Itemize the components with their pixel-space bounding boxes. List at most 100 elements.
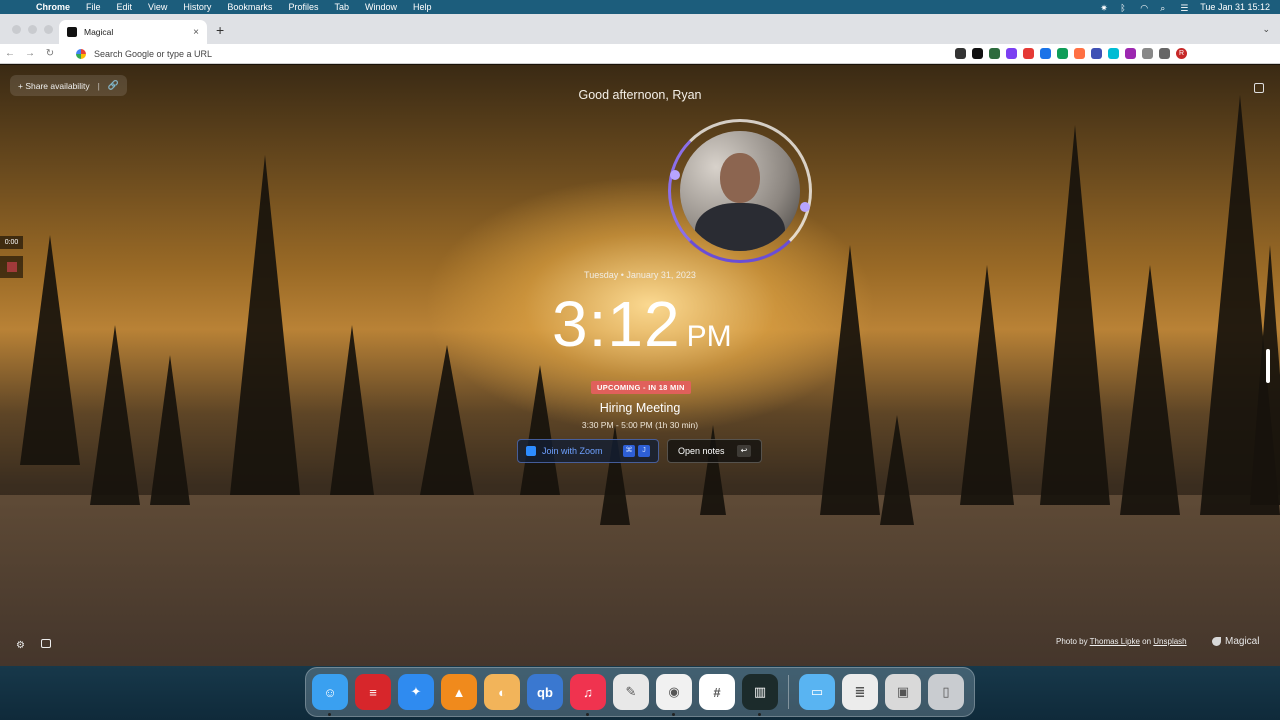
expressvpn-glyph: ≡ bbox=[369, 684, 377, 700]
menu-view[interactable]: View bbox=[140, 2, 175, 12]
tab-magical[interactable]: Magical × bbox=[59, 20, 207, 44]
screenshot-glyph: ▣ bbox=[896, 684, 910, 699]
upcoming-badge: UPCOMING - IN 18 MIN bbox=[591, 381, 691, 394]
wifi-icon[interactable]: ◠ bbox=[1140, 3, 1151, 13]
menu-app-name[interactable]: Chrome bbox=[28, 2, 78, 12]
expressvpn-dock-icon[interactable]: ≡ bbox=[355, 674, 391, 710]
screenshot-dock-icon[interactable]: ▣ bbox=[885, 674, 921, 710]
minimize-window-button[interactable] bbox=[28, 25, 37, 34]
extension-icon[interactable] bbox=[1108, 48, 1119, 59]
menu-bar: Chrome File Edit View History Bookmarks … bbox=[0, 0, 1280, 14]
join-zoom-button[interactable]: Join with Zoom ⌘ J bbox=[517, 439, 659, 463]
finder-glyph: ☺ bbox=[323, 684, 337, 700]
meeting-time: 3:30 PM - 5:00 PM (1h 30 min) bbox=[581, 420, 699, 430]
menu-tab[interactable]: Tab bbox=[326, 2, 357, 12]
scrollbar-thumb[interactable] bbox=[1266, 349, 1270, 383]
profile-avatar-icon[interactable]: R bbox=[1176, 48, 1187, 59]
omnibox-placeholder: Search Google or type a URL bbox=[94, 49, 213, 59]
slack-glyph: # bbox=[713, 684, 721, 700]
bluetooth-icon[interactable]: ᛒ bbox=[1120, 3, 1131, 13]
extension-icon[interactable] bbox=[1142, 48, 1153, 59]
zoom-icon bbox=[526, 446, 536, 456]
pine-tree bbox=[520, 365, 560, 495]
photo-credit: Photo by Thomas Lipke on Unsplash bbox=[1056, 637, 1187, 646]
reload-icon[interactable]: ↻ bbox=[40, 48, 60, 59]
music-dock-icon[interactable]: ♫ bbox=[570, 674, 606, 716]
back-arrow-icon[interactable]: ← bbox=[0, 48, 20, 59]
tab-title: Magical bbox=[84, 27, 114, 37]
clock: 3:12 PM bbox=[552, 287, 732, 361]
tab-search-chevron-icon[interactable]: ⌄ bbox=[1262, 24, 1270, 35]
stop-icon bbox=[7, 262, 17, 272]
chat-icon[interactable] bbox=[41, 639, 51, 648]
google-icon bbox=[76, 49, 86, 59]
menu-window[interactable]: Window bbox=[357, 2, 405, 12]
weather-dock-icon[interactable]: ◐ bbox=[484, 674, 520, 710]
menu-clock[interactable]: Tue Jan 31 15:12 bbox=[1200, 2, 1270, 12]
trash-dock-icon[interactable]: ▯ bbox=[928, 674, 964, 710]
new-tab-button[interactable]: + bbox=[216, 22, 224, 38]
pine-tree bbox=[150, 355, 190, 505]
extension-icon[interactable] bbox=[1125, 48, 1136, 59]
brightness-icon[interactable]: ✷ bbox=[1100, 3, 1111, 13]
clock-ampm: PM bbox=[686, 320, 732, 353]
document-dock-icon[interactable]: ≣ bbox=[842, 674, 878, 710]
zoom-window-button[interactable] bbox=[44, 25, 53, 34]
safari-dock-icon[interactable]: ✦ bbox=[398, 674, 434, 710]
control-center-icon[interactable]: ☰ bbox=[1180, 3, 1191, 13]
unsplash-link[interactable]: Unsplash bbox=[1153, 637, 1186, 646]
magical-dock-icon[interactable]: ▥ bbox=[742, 674, 778, 716]
safari-glyph: ✦ bbox=[410, 684, 422, 699]
browser-toolbar: ← → ↻ Search Google or type a URL R bbox=[0, 44, 1280, 64]
extension-icon[interactable] bbox=[1057, 48, 1068, 59]
extension-icon[interactable] bbox=[1091, 48, 1102, 59]
clock-time: 3:12 bbox=[552, 288, 681, 360]
extension-icon[interactable] bbox=[1074, 48, 1085, 59]
running-indicator bbox=[758, 713, 761, 716]
vlc-dock-icon[interactable]: ▲ bbox=[441, 674, 477, 710]
chrome-dock-icon[interactable]: ◉ bbox=[656, 674, 692, 716]
spotlight-search-icon[interactable]: ⌕ bbox=[1160, 3, 1171, 13]
gear-icon[interactable]: ⚙ bbox=[16, 640, 25, 651]
qbittorrent-dock-icon[interactable]: qb bbox=[527, 674, 563, 710]
open-notes-button[interactable]: Open notes ↩ bbox=[667, 439, 762, 463]
j-key: J bbox=[638, 445, 650, 457]
forward-arrow-icon[interactable]: → bbox=[20, 48, 40, 59]
trash-glyph: ▯ bbox=[942, 684, 950, 699]
greeting: Good afternoon, Ryan bbox=[578, 88, 702, 102]
extension-icon[interactable] bbox=[1023, 48, 1034, 59]
extension-icon[interactable] bbox=[1159, 48, 1170, 59]
stop-recording-button[interactable] bbox=[0, 256, 23, 278]
menu-file[interactable]: File bbox=[78, 2, 109, 12]
menu-profiles[interactable]: Profiles bbox=[280, 2, 326, 12]
pine-tree bbox=[230, 155, 300, 495]
finder-dock-icon[interactable]: ☺ bbox=[312, 674, 348, 716]
menu-bookmarks[interactable]: Bookmarks bbox=[219, 2, 280, 12]
close-window-button[interactable] bbox=[12, 25, 21, 34]
extension-icon[interactable] bbox=[989, 48, 1000, 59]
close-tab-icon[interactable]: × bbox=[193, 27, 199, 38]
pine-tree bbox=[960, 265, 1014, 505]
magical-favicon-icon bbox=[67, 27, 77, 37]
textedit-dock-icon[interactable]: ✎ bbox=[613, 674, 649, 710]
magical-brand[interactable]: Magical bbox=[1212, 636, 1259, 647]
extension-icon[interactable] bbox=[955, 48, 966, 59]
ring-start-dot bbox=[670, 170, 680, 180]
credit-on: on bbox=[1142, 637, 1152, 646]
menu-history[interactable]: History bbox=[175, 2, 219, 12]
pine-tree bbox=[880, 415, 914, 525]
return-key-icon: ↩ bbox=[737, 445, 751, 457]
command-key: ⌘ bbox=[623, 445, 635, 457]
extensions-bar: R bbox=[955, 48, 1187, 59]
extension-icon[interactable] bbox=[1006, 48, 1017, 59]
photo-author-link[interactable]: Thomas Lipke bbox=[1090, 637, 1140, 646]
menu-help[interactable]: Help bbox=[405, 2, 440, 12]
menu-edit[interactable]: Edit bbox=[109, 2, 141, 12]
extension-icon[interactable] bbox=[1040, 48, 1051, 59]
ring-end-dot bbox=[800, 202, 810, 212]
slack-dock-icon[interactable]: # bbox=[699, 674, 735, 710]
folder-dock-icon[interactable]: ▭ bbox=[799, 674, 835, 710]
omnibox[interactable]: Search Google or type a URL bbox=[70, 46, 950, 62]
extension-icon[interactable] bbox=[972, 48, 983, 59]
current-date: Tuesday • January 31, 2023 bbox=[584, 270, 696, 280]
